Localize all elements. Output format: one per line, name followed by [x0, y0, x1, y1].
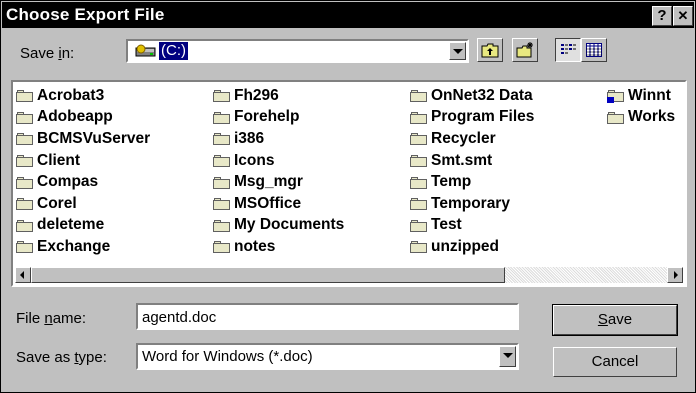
folder-item[interactable]: i386: [213, 128, 344, 150]
file-name-label: File name:: [16, 310, 87, 327]
save-as-type-dropdown[interactable]: Word for Windows (*.doc): [136, 343, 519, 370]
shared-folder-icon: [607, 89, 625, 104]
arrow-right-icon: [674, 271, 678, 279]
folder-item[interactable]: Corel: [16, 193, 150, 215]
folder-item[interactable]: Winnt: [607, 85, 683, 107]
folder-icon: [16, 89, 34, 103]
arrow-left-icon: [20, 271, 24, 279]
folder-item[interactable]: Client: [16, 150, 150, 172]
folder-column-2: Fh296 Forehelp i386 Icons Msg_mgr MSOffi…: [213, 85, 344, 258]
scroll-thumb[interactable]: [31, 267, 505, 283]
folder-icon: [410, 89, 428, 103]
folder-icon: [410, 240, 428, 254]
folder-icon: [213, 240, 231, 254]
folder-item[interactable]: Msg_mgr: [213, 171, 344, 193]
save-in-value: (C:): [159, 42, 188, 60]
list-view-icon: [560, 43, 576, 62]
up-folder-icon: [481, 42, 499, 63]
folder-icon: [410, 111, 428, 124]
folder-item[interactable]: Icons: [213, 150, 344, 172]
folder-icon: [213, 154, 231, 168]
folder-icon: [410, 154, 428, 168]
folder-column-1: Acrobat3 Adobeapp BCMSVuServer Client Co…: [16, 85, 150, 258]
folder-item[interactable]: deleteme: [16, 215, 150, 237]
folder-item[interactable]: Test: [410, 215, 534, 237]
save-in-dropdown[interactable]: (C:): [126, 39, 469, 63]
choose-export-file-dialog: Choose Export File ? ✕ Save in: (C:) Acr…: [0, 0, 696, 393]
folder-icon: [213, 176, 231, 189]
folder-icon: [16, 240, 34, 254]
folder-item[interactable]: Acrobat3: [16, 85, 150, 107]
folder-icon: [410, 197, 428, 211]
drive-icon: [135, 44, 157, 58]
folder-column-3: OnNet32 Data Program Files Recycler Smt.…: [410, 85, 534, 258]
folder-icon: [607, 111, 625, 124]
folder-icon: [16, 219, 34, 232]
folder-item[interactable]: Forehelp: [213, 107, 344, 129]
up-one-level-button[interactable]: [477, 38, 503, 62]
folder-list[interactable]: Acrobat3 Adobeapp BCMSVuServer Client Co…: [11, 80, 687, 287]
folder-icon: [16, 176, 34, 189]
folder-item[interactable]: Smt.smt: [410, 150, 534, 172]
window-title: Choose Export File: [6, 5, 165, 24]
title-bar[interactable]: Choose Export File ? ✕: [2, 2, 694, 28]
cancel-button[interactable]: Cancel: [553, 347, 677, 377]
folder-column-4: Winnt Works: [607, 85, 683, 128]
help-button[interactable]: ?: [652, 6, 672, 26]
list-view-button[interactable]: [555, 38, 581, 62]
folder-item[interactable]: unzipped: [410, 236, 534, 258]
folder-icon: [410, 219, 428, 232]
folder-icon: [213, 132, 231, 146]
folder-item[interactable]: Works: [607, 107, 683, 129]
horizontal-scrollbar[interactable]: [15, 267, 683, 283]
folder-item[interactable]: BCMSVuServer: [16, 128, 150, 150]
folder-icon: [213, 89, 231, 103]
folder-item[interactable]: Recycler: [410, 128, 534, 150]
folder-icon: [410, 176, 428, 189]
folder-icon: [213, 197, 231, 211]
folder-icon: [16, 197, 34, 211]
folder-icon: [213, 219, 231, 232]
close-button[interactable]: ✕: [673, 6, 693, 26]
save-as-type-dropdown-arrow[interactable]: [499, 346, 516, 367]
folder-icon: [410, 132, 428, 146]
folder-item[interactable]: My Documents: [213, 215, 344, 237]
folder-item[interactable]: Adobeapp: [16, 107, 150, 129]
folder-icon: [16, 154, 34, 168]
save-in-dropdown-arrow[interactable]: [449, 42, 466, 60]
folder-icon: [213, 111, 231, 124]
create-new-folder-button[interactable]: [512, 38, 538, 62]
save-as-type-value: Word for Windows (*.doc): [142, 348, 313, 365]
save-in-label: Save in:: [20, 45, 75, 62]
folder-icon: [16, 132, 34, 146]
save-button[interactable]: Save: [552, 304, 678, 336]
folder-item[interactable]: Compas: [16, 171, 150, 193]
folder-item[interactable]: OnNet32 Data: [410, 85, 534, 107]
details-view-icon: [586, 43, 602, 62]
scroll-right-button[interactable]: [667, 267, 683, 283]
folder-item[interactable]: Fh296: [213, 85, 344, 107]
folder-item[interactable]: Exchange: [16, 236, 150, 258]
file-name-input[interactable]: agentd.doc: [136, 303, 519, 330]
new-folder-icon: [516, 42, 534, 63]
details-view-button[interactable]: [581, 38, 607, 62]
save-as-type-label: Save as type:: [16, 349, 107, 366]
folder-item[interactable]: Program Files: [410, 107, 534, 129]
folder-item[interactable]: MSOffice: [213, 193, 344, 215]
folder-item[interactable]: Temporary: [410, 193, 534, 215]
folder-item[interactable]: notes: [213, 236, 344, 258]
folder-icon: [16, 111, 34, 124]
scroll-left-button[interactable]: [15, 267, 31, 283]
folder-item[interactable]: Temp: [410, 171, 534, 193]
